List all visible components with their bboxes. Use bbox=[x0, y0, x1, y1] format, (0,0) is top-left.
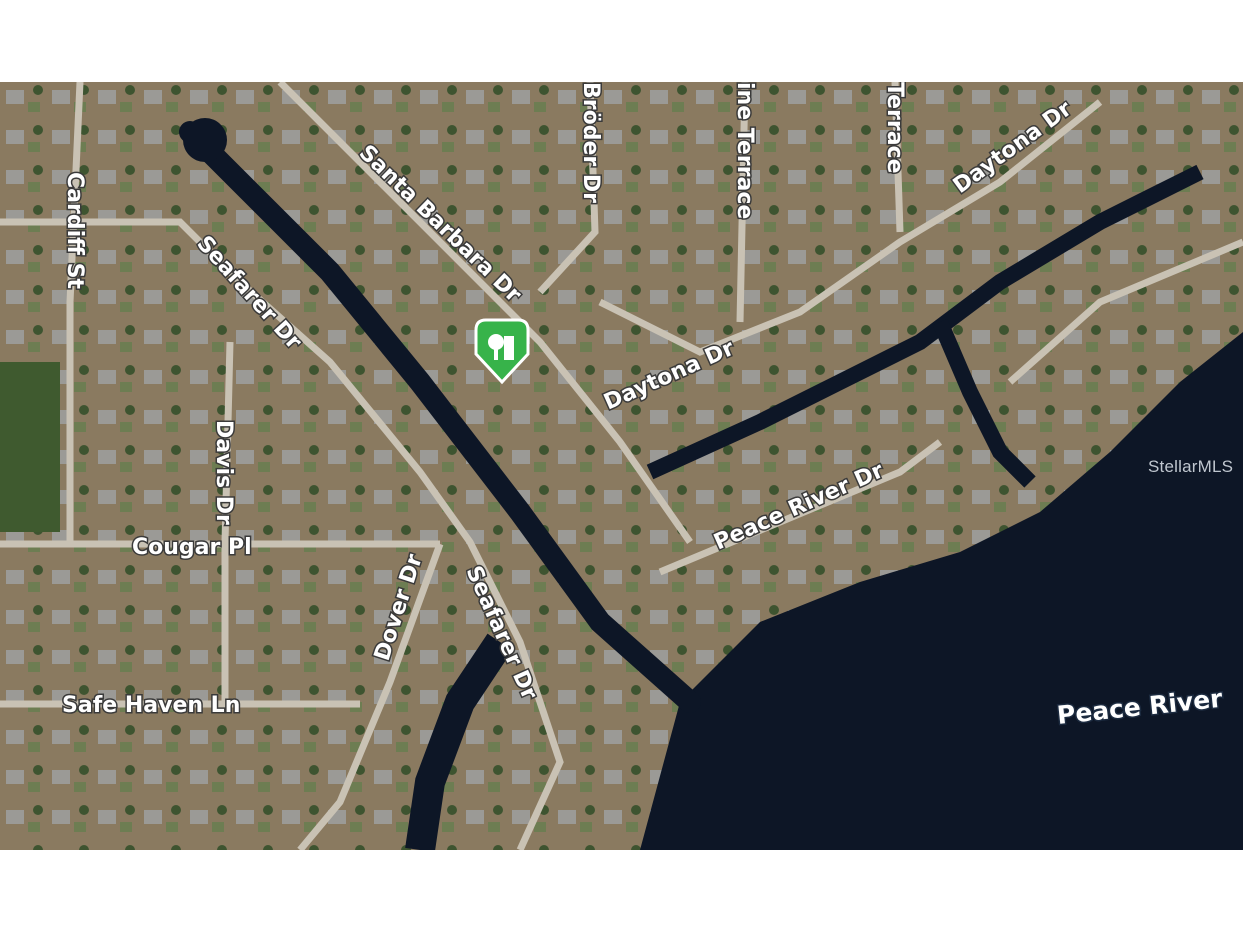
street-label-safe-haven: Safe Haven Ln bbox=[62, 693, 240, 718]
street-label-terrace: Terrace bbox=[882, 82, 907, 174]
map-canvas: Santa Barbara Dr Bröder Dr ine Terrace T… bbox=[0, 82, 1243, 850]
stellar-mls-watermark: StellarMLS bbox=[1148, 457, 1233, 476]
street-label-cougar: Cougar Pl bbox=[132, 535, 252, 560]
street-label-cardiff: Cardiff St bbox=[62, 172, 87, 289]
street-label-pine-terrace: ine Terrace bbox=[732, 82, 757, 219]
street-label-broder: Bröder Dr bbox=[578, 82, 603, 203]
canal-end bbox=[183, 118, 227, 162]
green-field bbox=[0, 362, 60, 532]
satellite-map[interactable]: Santa Barbara Dr Bröder Dr ine Terrace T… bbox=[0, 82, 1243, 850]
street-label-davis: Davis Dr bbox=[211, 420, 236, 525]
